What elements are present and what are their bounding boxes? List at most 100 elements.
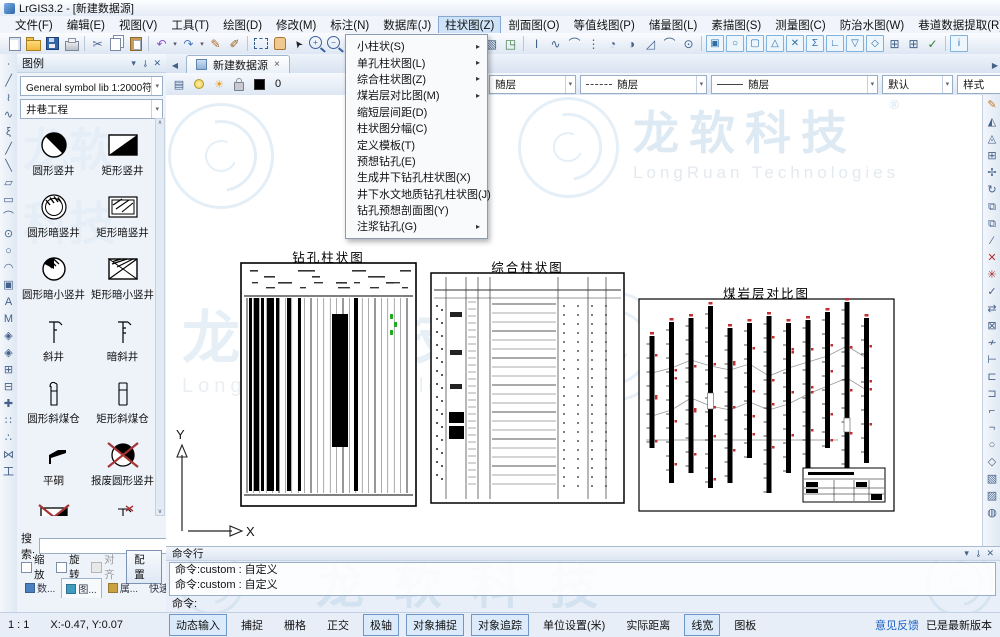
tool-corner-2-button[interactable]: ¬ <box>989 422 995 435</box>
tool-stretch-button[interactable]: 工 <box>3 466 14 479</box>
tool-copy-object-button[interactable]: ⧉ <box>988 201 996 214</box>
circle-point-button[interactable]: ⊙ <box>679 35 698 53</box>
tool-draw-arc-button[interactable]: ⌒ <box>3 211 14 224</box>
symbol-category-combo[interactable]: 井巷工程 ▾ <box>20 99 163 119</box>
tool-edge-right-button[interactable]: ⊐ <box>987 388 996 401</box>
panel-collapse-icon[interactable]: ▾ <box>131 58 136 69</box>
panel-tab-1[interactable]: 图... <box>61 578 101 598</box>
tool-node-grid-button[interactable]: ∷ <box>5 415 12 428</box>
linetype-combo[interactable]: 随层▾ <box>580 75 707 94</box>
wedge-button[interactable]: ◿ <box>641 35 660 53</box>
feedback-link[interactable]: 意见反馈 <box>875 617 919 633</box>
pan-button[interactable] <box>270 35 289 53</box>
curve-button[interactable]: ⌒ <box>565 35 584 53</box>
info-button[interactable]: i <box>950 35 968 52</box>
menuitem-shorten-layer-spacing[interactable]: 缩短层间距(D) <box>346 104 487 120</box>
pointer-button[interactable]: ➤ <box>286 31 312 57</box>
undo-menu-button[interactable]: ▾ <box>171 35 179 53</box>
menu-tools[interactable]: 工具(T) <box>164 16 216 34</box>
plot-style-combo[interactable]: 默认▾ <box>882 75 953 94</box>
print-button[interactable] <box>62 35 81 53</box>
tool-edge-left-button[interactable]: ⊏ <box>987 371 996 384</box>
tool-block-library-button[interactable]: ◈ <box>4 347 12 360</box>
tool-copy-multiple-button[interactable]: ⧉ <box>988 218 996 231</box>
drawing-canvas[interactable]: ® 龙软科技 LongRuan Technologies 龙软科技 LongRu… <box>166 95 982 546</box>
menuitem-borehole-planned-section[interactable]: 钻孔预想剖面图(Y) <box>346 202 487 218</box>
arc-button[interactable]: ⌒ <box>660 35 679 53</box>
zoom-out-button[interactable]: − <box>327 36 340 49</box>
tool-array-button[interactable]: ◬ <box>988 133 996 146</box>
snap-circle-button[interactable]: ○ <box>726 35 744 52</box>
undo-button[interactable]: ↶ <box>152 35 171 53</box>
new-file-button[interactable] <box>5 35 24 53</box>
panel-tab-2[interactable]: 属... <box>103 577 143 598</box>
polyline-smooth-button[interactable]: ∿ <box>546 35 565 53</box>
status-actual-distance-button[interactable]: 实际距离 <box>619 614 677 636</box>
format-brush-button[interactable]: ✎ <box>206 35 225 53</box>
panel-pin-icon[interactable]: ⊸ <box>139 59 150 67</box>
symbol-scrollbar[interactable]: ∧ ∨ <box>155 118 165 516</box>
menu-roadway-data-extract[interactable]: 巷道数据提取(R) <box>911 16 1000 34</box>
snap-triangle-button[interactable]: △ <box>766 35 784 52</box>
tool-draw-segment-button[interactable]: ╱ <box>5 143 12 156</box>
confirm-button[interactable]: ✓ <box>923 35 942 53</box>
menu-section-chart[interactable]: 剖面图(O) <box>501 16 566 34</box>
tool-node-grid-2-button[interactable]: ∴ <box>5 432 12 445</box>
tool-draw-spline-button[interactable]: ∿ <box>4 109 13 122</box>
tool-polygon-edit-button[interactable]: ○ <box>989 439 996 452</box>
panel-collapse-icon[interactable]: ▾ <box>964 548 969 559</box>
snap-cross-button[interactable]: ✕ <box>786 35 804 52</box>
menu-modify[interactable]: 修改(M) <box>269 16 323 34</box>
tool-draw-mtext-button[interactable]: M <box>4 313 13 326</box>
tool-point-mark-button[interactable]: ✳ <box>987 269 996 282</box>
clean-brush-button[interactable]: ✐ <box>225 35 244 53</box>
tool-clip-button[interactable]: ⊠ <box>987 320 996 333</box>
select-window-button[interactable] <box>251 35 270 53</box>
tool-accept-button[interactable]: ✓ <box>987 286 996 299</box>
status-object-snap-button[interactable]: 对象捕捉 <box>406 614 464 636</box>
tool-draw-arc-3pt-button[interactable]: ◠ <box>4 262 14 275</box>
tab-new-datasource[interactable]: 新建数据源 × <box>186 55 290 73</box>
tool-erase-button[interactable]: ✕ <box>987 252 996 265</box>
menu-edit[interactable]: 编辑(E) <box>60 16 112 34</box>
symbol-adit[interactable]: 平硐 <box>20 428 88 490</box>
tool-node-add-button[interactable]: ⊞ <box>4 364 13 377</box>
menuitem-small-column[interactable]: 小柱状(S)▸ <box>346 38 487 54</box>
lineweight-combo[interactable]: 随层▾ <box>711 75 878 94</box>
snap-perpendicular-button[interactable]: ∟ <box>826 35 844 52</box>
tool-shade-button[interactable]: ▨ <box>987 490 997 503</box>
tool-pattern-array-button[interactable]: ⊞ <box>987 150 996 163</box>
snap-square-button[interactable]: ▢ <box>746 35 764 52</box>
tool-draw-circle-button[interactable]: ○ <box>5 245 12 258</box>
tool-mirror-button[interactable]: ◭ <box>988 116 996 129</box>
tool-rotate-button[interactable]: ↻ <box>987 184 996 197</box>
layer-manager-button[interactable]: ▤ <box>171 76 187 92</box>
symbol-circular-blind-small-shaft[interactable]: 圆形暗小竖井 <box>20 242 88 304</box>
menu-sketch-chart[interactable]: 素描图(S) <box>704 16 768 34</box>
status-snap-button[interactable]: 捕捉 <box>234 614 270 636</box>
tool-corner-button[interactable]: ⌐ <box>989 405 995 418</box>
layer-freeze-button[interactable]: ☀ <box>211 76 227 92</box>
zoom-in-button[interactable]: + <box>309 36 322 49</box>
menuitem-define-template[interactable]: 定义模板(T) <box>346 136 487 152</box>
tool-link-nodes-button[interactable]: ⋈ <box>3 449 14 462</box>
menu-database[interactable]: 数据库(J) <box>376 16 438 34</box>
text-style-combo[interactable]: 样式▾ <box>957 75 1000 94</box>
cut-button[interactable]: ✂ <box>88 35 107 53</box>
symbol-retired-rect-shaft[interactable]: 报废矩形竖井 <box>20 490 88 516</box>
layer-visibility-button[interactable] <box>191 76 207 92</box>
tool-draw-region-button[interactable]: ▣ <box>3 279 13 292</box>
pie-quarter-button[interactable]: ◔ <box>603 35 622 53</box>
grid-array-a-button[interactable]: ⊞ <box>885 35 904 53</box>
symbol-rect-coal-bunker[interactable]: 矩形斜煤仓 <box>89 366 157 428</box>
tool-draw-point-button[interactable]: ∙ <box>7 58 10 71</box>
status-grid-button[interactable]: 栅格 <box>277 614 313 636</box>
symbol-rect-blind-small-shaft[interactable]: 矩形暗小竖井 <box>89 242 157 304</box>
tool-node-delete-button[interactable]: ⊟ <box>4 381 13 394</box>
tool-draw-polyline-button[interactable]: ≀ <box>6 92 10 105</box>
symbol-blind-incline-shaft[interactable]: 暗斜井 <box>89 304 157 366</box>
panel-close-icon[interactable]: ✕ <box>986 548 994 559</box>
status-ortho-button[interactable]: 正交 <box>320 614 356 636</box>
menuitem-planned-borehole[interactable]: 预想钻孔(E) <box>346 153 487 169</box>
snap-diamond-button[interactable]: ◇ <box>866 35 884 52</box>
